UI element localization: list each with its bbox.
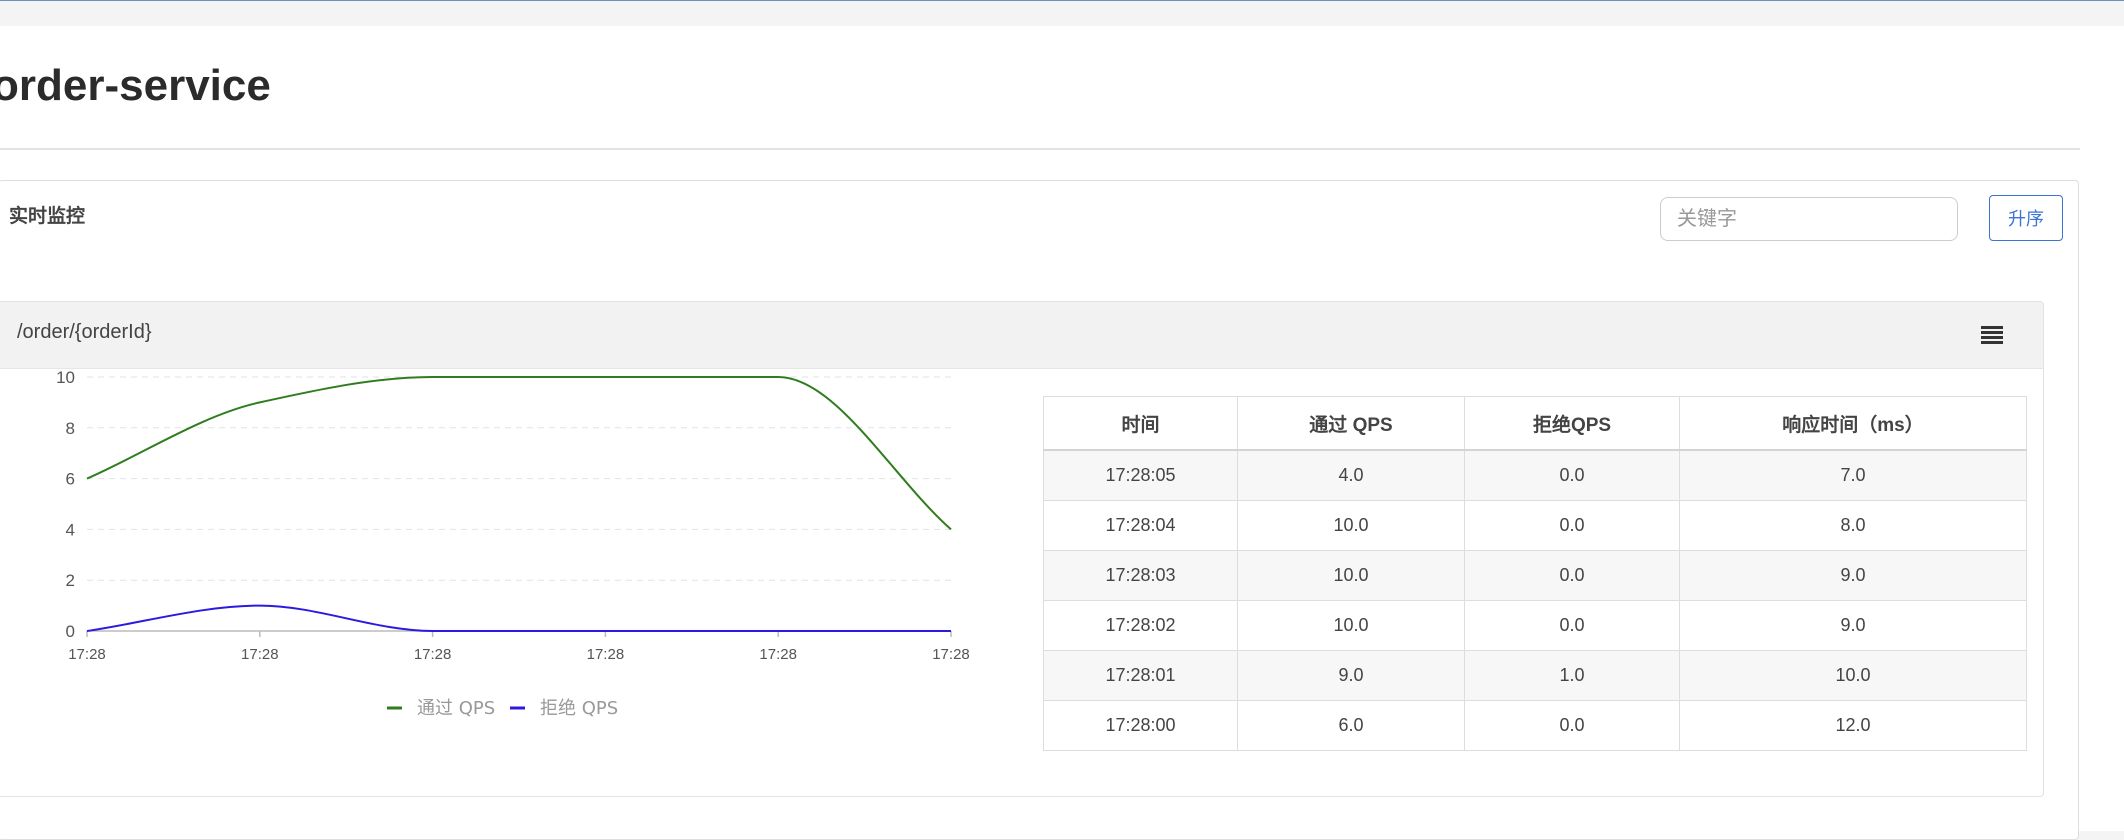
header-pass-qps: 通过 QPS <box>1237 396 1465 451</box>
cell-time: 17:28:04 <box>1043 500 1238 551</box>
header-response-time: 响应时间（ms） <box>1679 396 2027 451</box>
y-tick-label: 0 <box>66 622 75 641</box>
page-title: order-service <box>0 61 271 110</box>
cell-pass-qps: 9.0 <box>1237 650 1465 701</box>
resource-card-header: /order/{orderId} <box>0 302 2043 369</box>
y-tick-label: 2 <box>66 571 75 590</box>
cell-time: 17:28:00 <box>1043 700 1238 751</box>
cell-pass-qps: 4.0 <box>1237 449 1465 501</box>
cell-block-qps: 0.0 <box>1464 550 1680 601</box>
cell-time: 17:28:02 <box>1043 600 1238 651</box>
cell-block-qps: 0.0 <box>1464 600 1680 651</box>
y-tick-label: 4 <box>66 520 75 539</box>
table-header-row: 时间 通过 QPS 拒绝QPS 响应时间（ms） <box>1043 396 2027 451</box>
legend-label[interactable]: 通过 QPS <box>417 698 495 719</box>
keyword-search-input[interactable] <box>1660 197 1958 241</box>
title-divider <box>0 148 2080 150</box>
cell-block-qps: 0.0 <box>1464 449 1680 501</box>
cell-response-time: 12.0 <box>1679 700 2027 751</box>
menu-icon[interactable] <box>1981 326 2003 344</box>
y-tick-label: 6 <box>66 470 75 489</box>
table-row: 17:28:05 4.0 0.0 7.0 <box>1043 449 2027 501</box>
top-bar <box>0 0 2124 27</box>
qps-line-chart: 0 2 4 6 8 10 17:28 17:28 17:28 17:28 17:28 17:28 通过 … <box>56 368 970 719</box>
resource-card: /order/{orderId} 0 2 4 6 8 10 17:28 17:28 17:28 1… <box>0 301 2044 797</box>
x-tick-label: 17:28 <box>241 646 279 663</box>
realtime-monitor-panel: 实时监控 升序 /order/{orderId} 0 2 4 6 8 10 17:28 17:… <box>0 180 2079 840</box>
cell-pass-qps: 6.0 <box>1237 700 1465 751</box>
y-tick-label: 10 <box>56 368 75 387</box>
cell-pass-qps: 10.0 <box>1237 600 1465 651</box>
cell-response-time: 9.0 <box>1679 550 2027 601</box>
cell-block-qps: 0.0 <box>1464 500 1680 551</box>
main-content: order-service 实时监控 升序 /order/{orderId} 0… <box>0 26 2124 840</box>
x-tick-label: 17:28 <box>587 646 625 663</box>
series-line-block-qps <box>86 604 951 632</box>
series-line-pass-qps <box>86 376 952 531</box>
x-tick-label: 17:28 <box>68 646 106 663</box>
table-row: 17:28:00 6.0 0.0 12.0 <box>1043 700 2027 751</box>
cell-time: 17:28:05 <box>1043 449 1238 501</box>
cell-response-time: 10.0 <box>1679 650 2027 701</box>
y-tick-label: 8 <box>66 419 75 438</box>
header-time: 时间 <box>1043 396 1238 451</box>
resource-name: /order/{orderId} <box>17 321 152 343</box>
table-row: 17:28:04 10.0 0.0 8.0 <box>1043 500 2027 551</box>
cell-response-time: 8.0 <box>1679 500 2027 551</box>
metrics-table: 时间 通过 QPS 拒绝QPS 响应时间（ms） 17:28:05 4.0 0.… <box>1043 396 2027 751</box>
cell-block-qps: 0.0 <box>1464 700 1680 751</box>
cell-time: 17:28:03 <box>1043 550 1238 601</box>
x-tick-label: 17:28 <box>932 646 970 663</box>
cell-block-qps: 1.0 <box>1464 650 1680 701</box>
cell-time: 17:28:01 <box>1043 650 1238 701</box>
cell-pass-qps: 10.0 <box>1237 550 1465 601</box>
panel-title: 实时监控 <box>9 206 86 227</box>
cell-pass-qps: 10.0 <box>1237 500 1465 551</box>
table-row: 17:28:03 10.0 0.0 9.0 <box>1043 550 2027 601</box>
sort-ascending-button[interactable]: 升序 <box>1989 195 2063 241</box>
cell-response-time: 9.0 <box>1679 600 2027 651</box>
x-tick-label: 17:28 <box>414 646 452 663</box>
header-block-qps: 拒绝QPS <box>1464 396 1680 451</box>
legend-label[interactable]: 拒绝 QPS <box>540 698 618 719</box>
table-row: 17:28:02 10.0 0.0 9.0 <box>1043 600 2027 651</box>
x-tick-label: 17:28 <box>759 646 797 663</box>
cell-response-time: 7.0 <box>1679 449 2027 501</box>
table-row: 17:28:01 9.0 1.0 10.0 <box>1043 650 2027 701</box>
